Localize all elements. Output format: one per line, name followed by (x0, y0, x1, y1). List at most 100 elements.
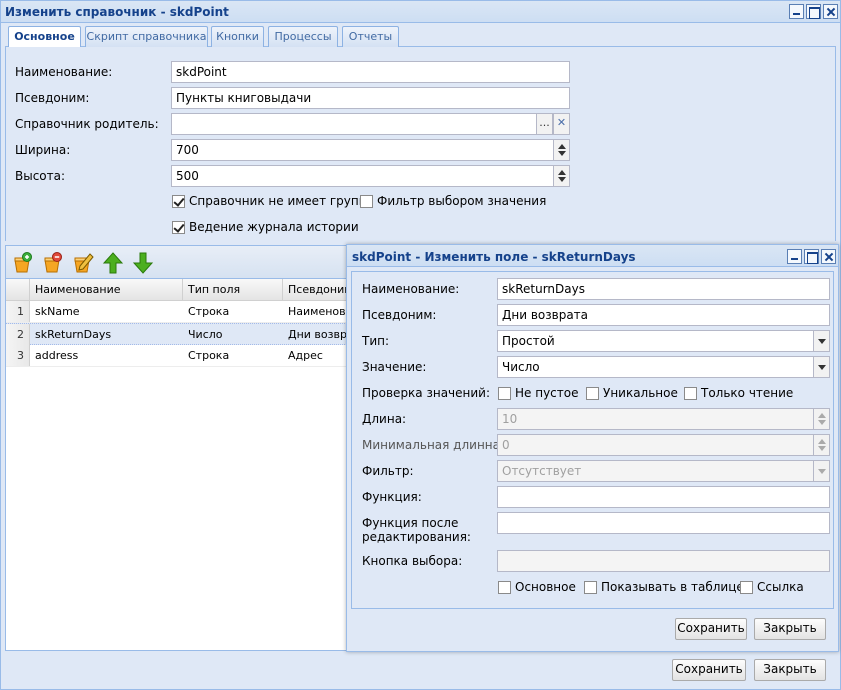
tab-reports[interactable]: Отчеты (342, 26, 399, 47)
field-alias-label: Псевдоним: (362, 308, 437, 322)
row-type: Строка (188, 349, 230, 362)
show-in-table-checkbox[interactable] (584, 581, 597, 594)
height-input[interactable]: 500 (171, 165, 554, 187)
min-length-spinner[interactable] (813, 434, 830, 456)
main-form-panel: Наименование: skdPoint Псевдоним: Пункты… (5, 47, 836, 241)
field-dialog-body: Наименование: skReturnDays Псевдоним: Дн… (351, 271, 834, 609)
min-length-input[interactable]: 0 (497, 434, 814, 456)
function-input[interactable] (497, 486, 830, 508)
field-type-label: Тип: (362, 334, 390, 348)
row-type: Строка (188, 305, 230, 318)
width-spinner[interactable] (553, 139, 570, 161)
row-name: address (35, 349, 79, 362)
tab-processes[interactable]: Процессы (268, 26, 338, 47)
field-value-select[interactable]: Число (497, 356, 814, 378)
unique-label: Уникальное (603, 386, 678, 400)
maximize-icon[interactable] (806, 4, 821, 19)
filter-by-value-checkbox[interactable] (360, 195, 373, 208)
filter-select[interactable]: Отсутствует (497, 460, 814, 482)
delete-field-icon[interactable] (42, 252, 64, 274)
row-number: 1 (6, 301, 30, 322)
field-name-label: Наименование: (362, 282, 460, 296)
history-log-checkbox[interactable] (172, 221, 185, 234)
grid-header-name[interactable]: Наименование (30, 279, 183, 301)
filter-label: Фильтр: (362, 464, 414, 478)
link-checkbox[interactable] (740, 581, 753, 594)
history-log-label: Ведение журнала истории (189, 220, 359, 234)
filter-dropdown-icon[interactable] (813, 460, 830, 482)
dialog-close-button[interactable]: Закрыть (754, 618, 826, 640)
unique-checkbox[interactable] (586, 387, 599, 400)
parent-input[interactable] (171, 113, 537, 135)
choice-button-label: Кнопка выбора: (362, 554, 463, 568)
no-groups-checkbox[interactable] (172, 195, 185, 208)
function-after-label-2: редактирования: (362, 530, 471, 544)
field-dialog-title: skdPoint - Изменить поле - skReturnDays (352, 250, 636, 264)
function-after-input[interactable] (497, 512, 830, 534)
not-empty-label: Не пустое (515, 386, 579, 400)
length-label: Длина: (362, 412, 407, 426)
tab-buttons[interactable]: Кнопки (211, 26, 264, 47)
function-after-label-1: Функция после (362, 516, 459, 530)
alias-label: Псевдоним: (15, 91, 90, 105)
field-name-input[interactable]: skReturnDays (497, 278, 830, 300)
main-checkbox-label: Основное (515, 580, 576, 594)
minimize-icon[interactable] (789, 4, 804, 19)
main-window-header[interactable]: Изменить справочник - skdPoint (1, 1, 840, 23)
main-close-button[interactable]: Закрыть (754, 659, 826, 681)
main-checkbox[interactable] (498, 581, 511, 594)
name-label: Наименование: (15, 65, 113, 79)
main-window-title: Изменить справочник - skdPoint (5, 5, 229, 19)
parent-clear-button[interactable]: ✕ (553, 113, 570, 135)
read-only-checkbox[interactable] (684, 387, 697, 400)
field-alias-input[interactable]: Дни возврата (497, 304, 830, 326)
not-empty-checkbox[interactable] (498, 387, 511, 400)
close-icon[interactable] (823, 4, 838, 19)
parent-label: Справочник родитель: (15, 117, 159, 131)
length-input[interactable]: 10 (497, 408, 814, 430)
read-only-label: Только чтение (701, 386, 794, 400)
field-type-select[interactable]: Простой (497, 330, 814, 352)
close-icon[interactable] (821, 249, 836, 264)
arrow-down-icon[interactable] (132, 252, 154, 274)
main-save-button[interactable]: Сохранить (672, 659, 746, 681)
validation-label: Проверка значений: (362, 386, 491, 400)
row-type: Число (188, 328, 223, 341)
edit-field-icon[interactable] (72, 252, 94, 274)
length-spinner[interactable] (813, 408, 830, 430)
row-name: skName (35, 305, 80, 318)
choice-button-input[interactable] (497, 550, 830, 572)
tab-main[interactable]: Основное (8, 26, 81, 48)
field-dialog: skdPoint - Изменить поле - skReturnDays … (346, 244, 839, 652)
clear-icon: ✕ (556, 116, 567, 129)
grid-header-rownum (6, 279, 30, 301)
row-number: 2 (6, 324, 30, 345)
row-number: 3 (6, 345, 30, 366)
value-dropdown-icon[interactable] (813, 356, 830, 378)
add-field-icon[interactable] (12, 252, 34, 274)
min-length-label: Минимальная длинна: (362, 438, 505, 452)
tab-script[interactable]: Скрипт справочника (85, 26, 208, 47)
maximize-icon[interactable] (804, 249, 819, 264)
alias-input[interactable]: Пункты книговыдачи (171, 87, 570, 109)
no-groups-label: Справочник не имеет групп (189, 194, 367, 208)
width-input[interactable]: 700 (171, 139, 554, 161)
parent-browse-button[interactable]: ... (536, 113, 553, 135)
type-dropdown-icon[interactable] (813, 330, 830, 352)
name-input[interactable]: skdPoint (171, 61, 570, 83)
height-label: Высота: (15, 169, 66, 183)
height-spinner[interactable] (553, 165, 570, 187)
filter-by-value-label: Фильтр выбором значения (377, 194, 547, 208)
link-label: Ссылка (757, 580, 804, 594)
tab-bar: Основное Скрипт справочника Кнопки Проце… (5, 25, 836, 48)
dialog-save-button[interactable]: Сохранить (675, 618, 747, 640)
field-value-label: Значение: (362, 360, 427, 374)
grid-header-type[interactable]: Тип поля (183, 279, 283, 301)
field-dialog-header[interactable]: skdPoint - Изменить поле - skReturnDays (347, 245, 838, 267)
row-name: skReturnDays (35, 328, 112, 341)
minimize-icon[interactable] (787, 249, 802, 264)
width-label: Ширина: (15, 143, 71, 157)
arrow-up-icon[interactable] (102, 252, 124, 274)
show-in-table-label: Показывать в таблице (601, 580, 744, 594)
function-label: Функция: (362, 490, 422, 504)
